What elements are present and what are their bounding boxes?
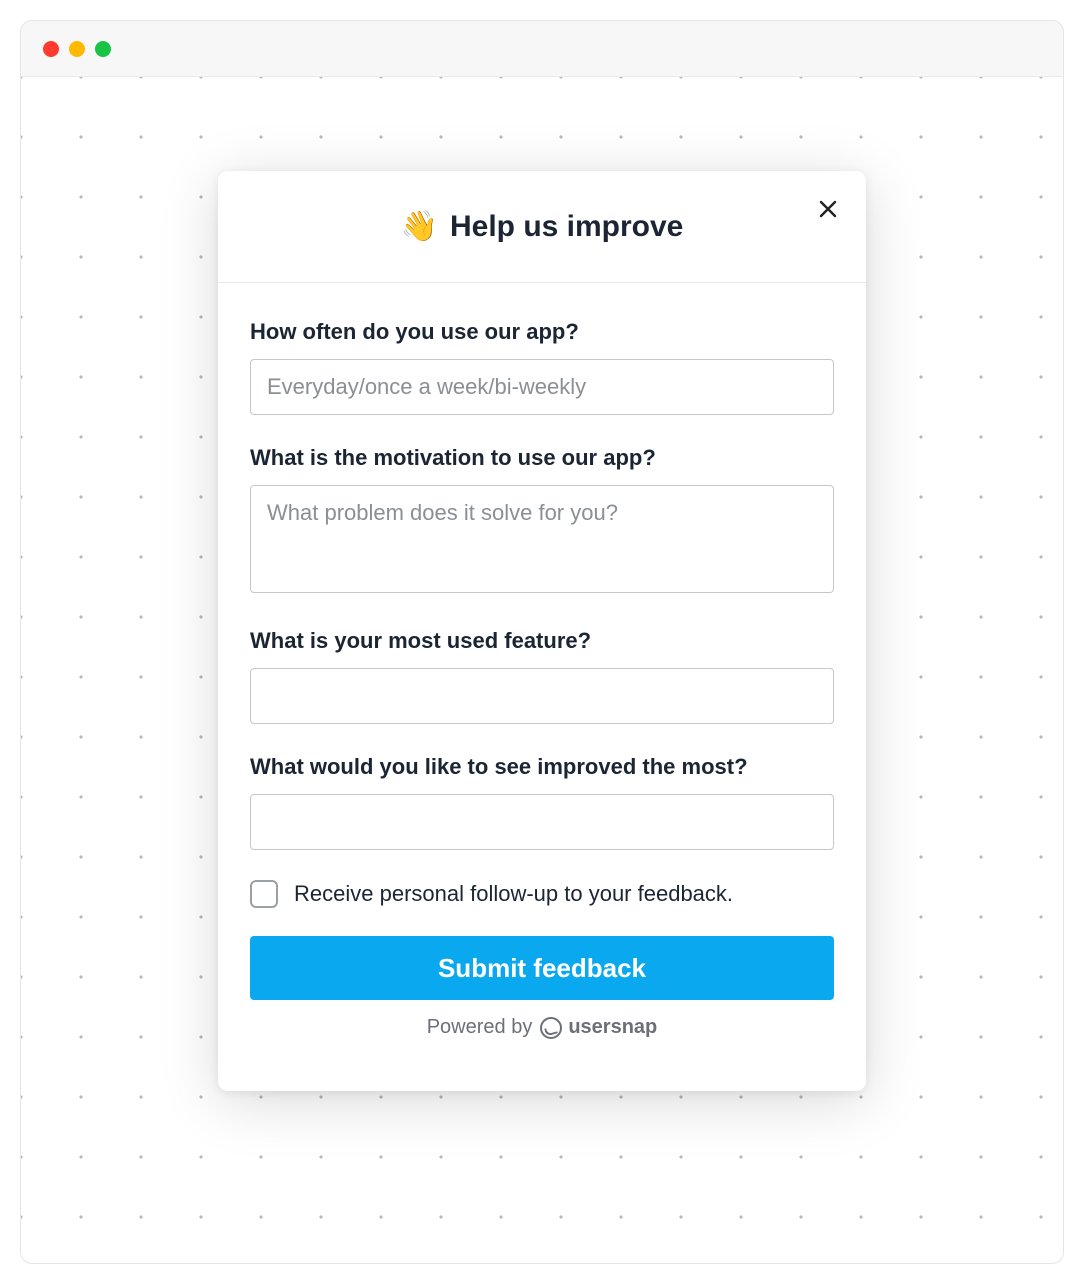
question-label: What is your most used feature? [250, 628, 834, 654]
modal-footer: Powered by usersnap [250, 1000, 834, 1067]
modal-header: 👋 Help us improve [218, 171, 866, 283]
footer-brand-name: usersnap [568, 1016, 657, 1039]
modal-title: 👋 Help us improve [401, 209, 684, 244]
submit-button[interactable]: Submit feedback [250, 936, 834, 1000]
followup-label[interactable]: Receive personal follow-up to your feedb… [294, 881, 733, 907]
window-close-button[interactable] [43, 41, 59, 57]
footer-prefix: Powered by [427, 1016, 533, 1039]
close-button[interactable] [814, 195, 842, 223]
frequency-input[interactable] [250, 359, 834, 415]
question-improvement: What would you like to see improved the … [250, 754, 834, 850]
wave-icon: 👋 [401, 209, 438, 244]
usersnap-icon [540, 1017, 562, 1039]
browser-window: 👋 Help us improve How often do you use o… [20, 20, 1064, 1264]
question-label: What would you like to see improved the … [250, 754, 834, 780]
question-label: What is the motivation to use our app? [250, 445, 834, 471]
feature-input[interactable] [250, 668, 834, 724]
titlebar [21, 21, 1063, 77]
footer-brand-link[interactable]: usersnap [540, 1016, 657, 1039]
question-feature: What is your most used feature? [250, 628, 834, 724]
motivation-textarea[interactable] [250, 485, 834, 593]
question-motivation: What is the motivation to use our app? [250, 445, 834, 598]
followup-row: Receive personal follow-up to your feedb… [250, 880, 834, 908]
modal-title-text: Help us improve [450, 210, 683, 244]
modal-body: How often do you use our app? What is th… [218, 283, 866, 1091]
feedback-modal: 👋 Help us improve How often do you use o… [218, 171, 866, 1091]
question-label: How often do you use our app? [250, 319, 834, 345]
question-frequency: How often do you use our app? [250, 319, 834, 415]
followup-checkbox[interactable] [250, 880, 278, 908]
improvement-input[interactable] [250, 794, 834, 850]
window-minimize-button[interactable] [69, 41, 85, 57]
close-icon [818, 199, 838, 219]
window-maximize-button[interactable] [95, 41, 111, 57]
